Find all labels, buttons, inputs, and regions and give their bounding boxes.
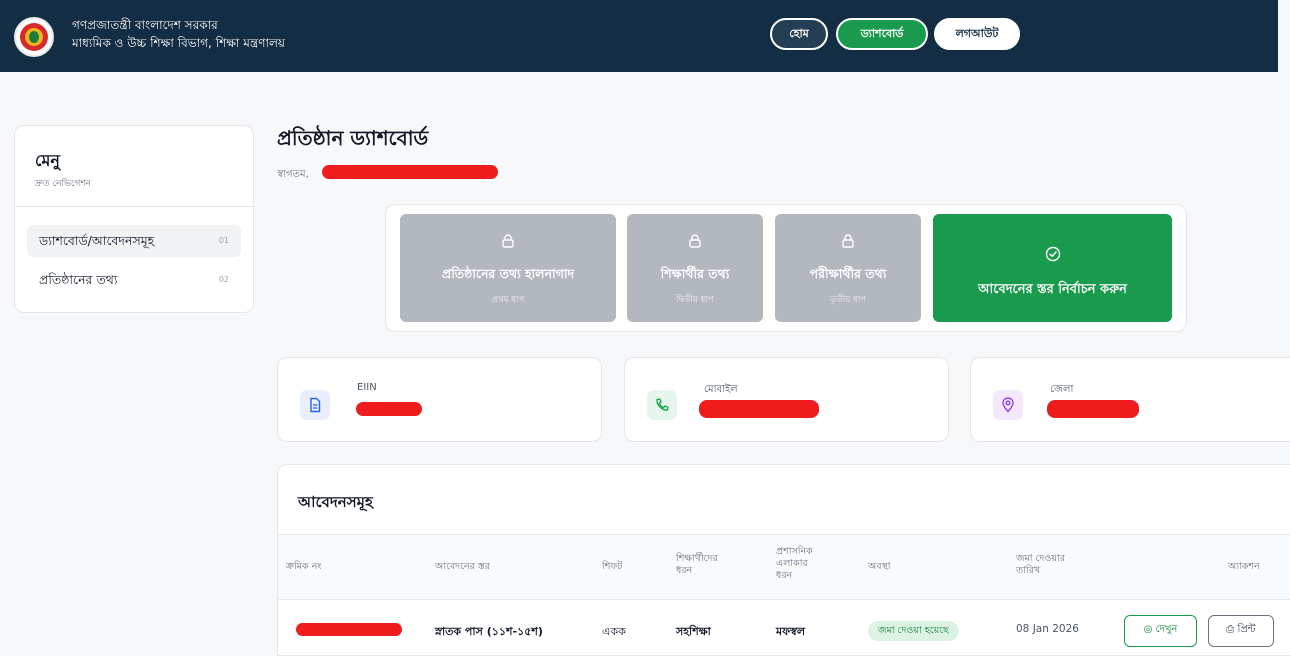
redacted-serial [296,623,402,636]
logout-button[interactable]: লগআউট [934,18,1020,50]
step-student-info[interactable]: শিক্ষার্থীর তথ্য দ্বিতীয় ধাপ [627,214,763,322]
step-institution-update[interactable]: প্রতিষ্ঠানের তথ্য হালনাগাদ প্রথম ধাপ [400,214,616,322]
page-title: প্রতিষ্ঠান ড্যাশবোর্ড [277,126,429,150]
column-status: অবস্থা [868,561,891,572]
menu-divider [15,206,255,207]
applications-title: আবেদনসমূহ [298,493,373,511]
applications-panel: আবেদনসমূহ ক্রমিক নং আবেদনের স্তর শিফট শি… [277,464,1290,656]
lock-icon [689,234,701,248]
column-area-line2: এলাকার [776,558,808,569]
government-title: গণপ্রজাতন্ত্রী বাংলাদেশ সরকার [72,18,218,32]
print-label: প্রিন্ট [1237,624,1256,635]
column-submit-date: জমা দেওয়ার তারিখ [1016,553,1065,577]
step-title: শিক্ষার্থীর তথ্য [660,266,730,281]
cell-submit-date: 08 Jan 2026 [1016,623,1079,635]
step-title: আবেদনের স্তর নির্বাচন করুন [978,282,1127,297]
check-circle-icon [1045,246,1060,262]
mobile-label: মোবাইল [704,384,738,395]
column-date-line1: জমা দেওয়ার [1016,553,1065,564]
sidebar-item-label: ড্যাশবোর্ড/আবেদনসমূহ [39,233,155,248]
lock-icon [842,234,854,248]
sidebar-item-label: প্রতিষ্ঠানের তথ্য [39,272,118,287]
dashboard-button[interactable]: ড্যাশবোর্ড [836,18,928,50]
cell-student-type: সহশিক্ষা [676,625,711,638]
step-subtitle: প্রথম ধাপ [491,295,525,305]
column-level: আবেদনের স্তর [435,561,490,572]
location-pin-icon [993,390,1023,420]
step-subtitle: তৃতীয় ধাপ [830,295,866,305]
view-label: দেখুন [1155,624,1178,635]
phone-icon [647,390,677,420]
column-area-line3: ধরন [776,570,793,581]
info-card-eiin: EIIN [277,357,602,442]
redacted-mobile-value [699,400,819,418]
row-divider [278,599,1290,600]
sidebar-item-dashboard[interactable]: ড্যাশবোর্ড/আবেদনসমূহ 01 [27,225,241,257]
lock-icon [502,234,514,248]
column-student-type-line1: শিক্ষার্থীদের [676,553,718,564]
step-title: প্রতিষ্ঠানের তথ্য হালনাগাদ [441,266,575,281]
eiin-label: EIIN [357,382,377,393]
ministry-subtitle: মাধ্যমিক ও উচ্চ শিক্ষা বিভাগ, শিক্ষা মন্… [72,36,285,50]
cell-admin-area: মফস্বল [776,625,806,638]
column-shift: শিফট [602,561,623,572]
top-header: গণপ্রজাতন্ত্রী বাংলাদেশ সরকার মাধ্যমিক ও… [0,0,1278,72]
print-button[interactable]: ⎙ প্রিন্ট [1208,615,1274,647]
cell-shift: একক [602,625,626,638]
step-title: পরীক্ষার্থীর তথ্য [809,266,887,281]
column-serial: ক্রমিক নং [286,561,322,572]
menu-subtitle: দ্রুত নেভিগেশন [35,179,92,189]
document-icon [300,390,330,420]
government-logo [14,17,54,57]
sidebar-item-number: 01 [218,236,229,245]
step-subtitle: দ্বিতীয় ধাপ [676,295,714,305]
column-admin-area: প্রশাসনিক এলাকার ধরন [776,546,813,582]
step-examinee-info[interactable]: পরীক্ষার্থীর তথ্য তৃতীয় ধাপ [775,214,921,322]
district-label: জেলা [1050,384,1074,395]
info-card-district: জেলা [970,357,1290,442]
welcome-text: স্বাগতম, [277,169,309,180]
column-area-line1: প্রশাসনিক [776,546,813,557]
home-button[interactable]: হোম [770,18,828,50]
column-action: অ্যাকশন [1228,561,1260,572]
status-badge: জমা দেওয়া হয়েছে [868,621,959,641]
step-select-level[interactable]: আবেদনের স্তর নির্বাচন করুন [933,214,1172,322]
sidebar-menu: মেনু দ্রুত নেভিগেশন ড্যাশবোর্ড/আবেদনসমূহ… [14,125,255,313]
sidebar-item-institution-info[interactable]: প্রতিষ্ঠানের তথ্য 02 [27,264,241,296]
eye-icon: ◎ [1143,624,1153,635]
column-student-type-line2: ধরন [676,565,693,576]
printer-icon: ⎙ [1226,624,1235,635]
redacted-username [322,165,498,179]
column-student-type: শিক্ষার্থীদের ধরন [676,553,718,577]
menu-title: মেনু [35,151,60,170]
info-card-mobile: মোবাইল [624,357,949,442]
cell-level: স্নাতক পাস (১১শ-১৫শ) [435,625,543,638]
sidebar-item-number: 02 [218,275,229,284]
view-button[interactable]: ◎ দেখুন [1124,615,1197,647]
redacted-eiin-value [356,402,422,416]
column-date-line2: তারিখ [1016,565,1041,576]
redacted-district-value [1047,400,1139,418]
